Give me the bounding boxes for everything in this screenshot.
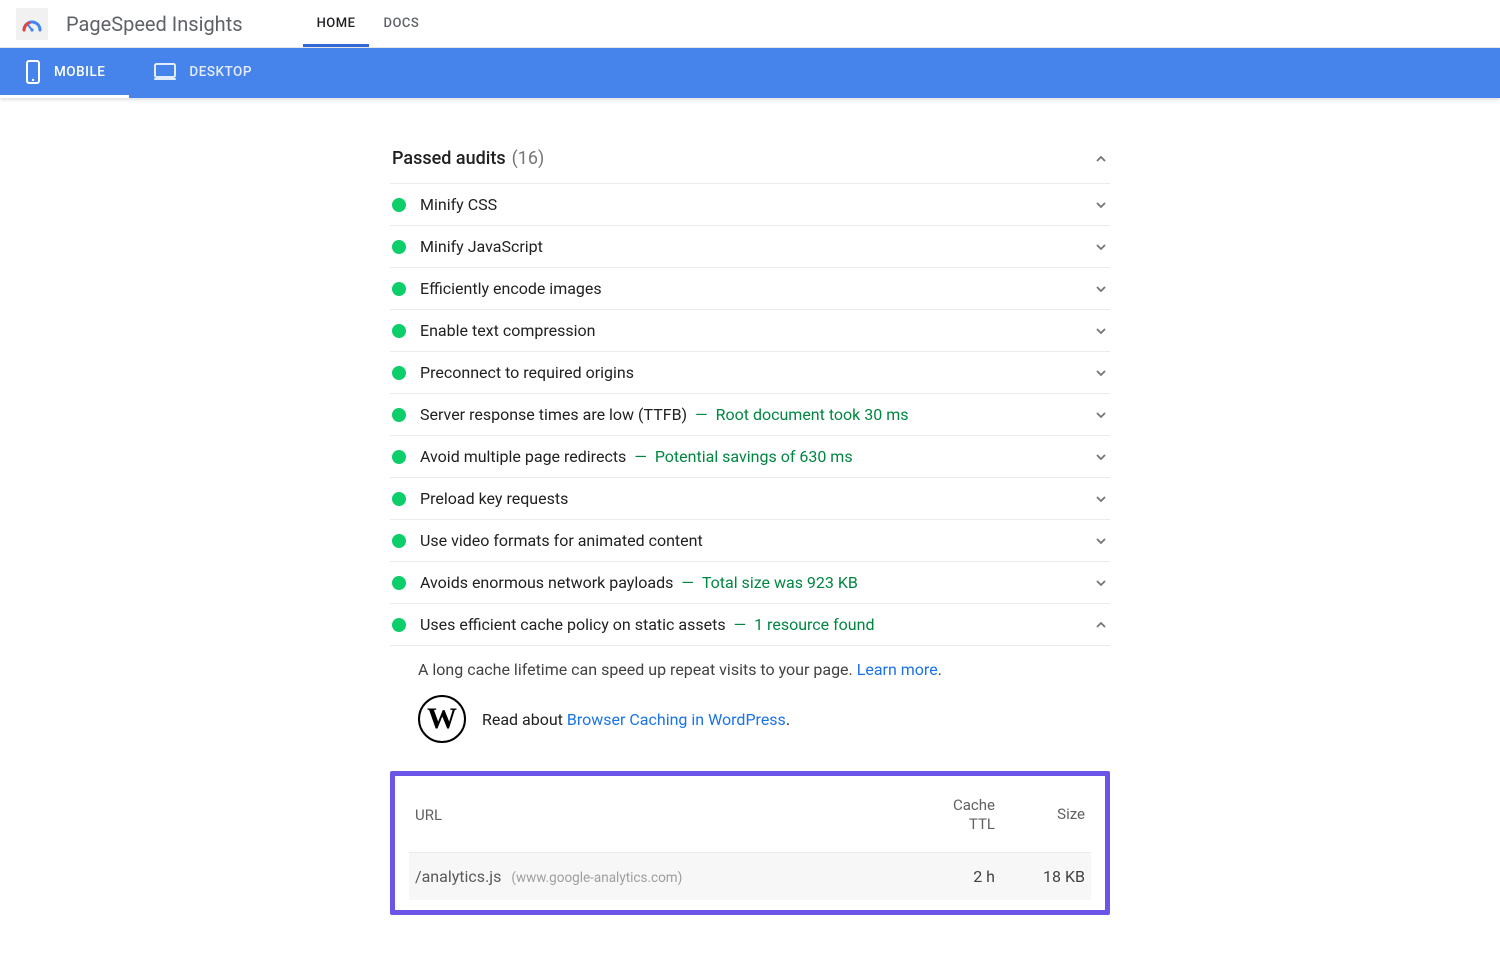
chevron-up-icon: [1094, 618, 1108, 632]
resource-ttl: 2 h: [905, 867, 995, 886]
audit-title: Minify CSS: [420, 195, 497, 214]
device-tab-desktop[interactable]: DESKTOP: [129, 48, 276, 98]
status-pass-icon: [392, 450, 406, 464]
chevron-up-icon: [1094, 152, 1108, 166]
chevron-down-icon: [1094, 240, 1108, 254]
status-pass-icon: [392, 618, 406, 632]
audit-separator: —: [634, 447, 647, 466]
device-tab-label: MOBILE: [54, 64, 105, 80]
audit-title: Efficiently encode images: [420, 279, 602, 298]
resource-host: (www.google-analytics.com): [511, 870, 682, 886]
status-pass-icon: [392, 534, 406, 548]
audit-row[interactable]: Avoids enormous network payloads — Total s…: [390, 562, 1110, 604]
chevron-down-icon: [1094, 576, 1108, 590]
desc-text: A long cache lifetime can speed up repea…: [418, 660, 857, 679]
resource-size: 18 KB: [995, 867, 1085, 886]
col-url: URL: [415, 806, 905, 824]
audit-row[interactable]: Efficiently encode images: [390, 268, 1110, 310]
cache-policy-table: URLCacheTTLSize/analytics.js (www.google-…: [390, 771, 1110, 915]
chevron-down-icon: [1094, 408, 1108, 422]
audit-detail: 1 resource found: [754, 615, 874, 634]
tab-label: HOME: [317, 16, 356, 31]
resource-path: /analytics.js: [415, 867, 501, 886]
audit-title: Minify JavaScript: [420, 237, 543, 256]
chevron-down-icon: [1094, 366, 1108, 380]
platform-tip: W Read about Browser Caching in WordPress…: [390, 693, 1110, 761]
audit-title: Avoid multiple page redirects: [420, 447, 626, 466]
tab-label: DOCS: [383, 16, 419, 31]
audit-description: A long cache lifetime can speed up repea…: [390, 646, 1110, 693]
audit-detail: Potential savings of 630 ms: [655, 447, 853, 466]
audit-detail: Root document took 30 ms: [716, 405, 909, 424]
device-tab-label: DESKTOP: [189, 64, 252, 80]
audit-title: Use video formats for animated content: [420, 531, 703, 550]
status-pass-icon: [392, 366, 406, 380]
audit-row[interactable]: Server response times are low (TTFB) — Roo…: [390, 394, 1110, 436]
audit-title: Avoids enormous network payloads: [420, 573, 673, 592]
audit-separator: —: [695, 405, 708, 424]
tab-home[interactable]: HOME: [303, 3, 370, 47]
audit-row[interactable]: Minify CSS: [390, 184, 1110, 226]
audit-row[interactable]: Avoid multiple page redirects — Potential …: [390, 436, 1110, 478]
status-pass-icon: [392, 240, 406, 254]
mobile-icon: [24, 60, 42, 84]
chevron-down-icon: [1094, 198, 1108, 212]
audit-title: Enable text compression: [420, 321, 595, 340]
top-tabs: HOME DOCS: [303, 0, 434, 47]
status-pass-icon: [392, 408, 406, 422]
app-title: PageSpeed Insights: [66, 12, 243, 36]
status-pass-icon: [392, 576, 406, 590]
chevron-down-icon: [1094, 492, 1108, 506]
gauge-icon: [20, 12, 44, 36]
audits-list: Minify CSS Minify JavaScript Efficiently e…: [390, 184, 1110, 915]
section-title: Passed audits: [392, 148, 506, 169]
audit-detail: Total size was 923 KB: [702, 573, 858, 592]
app-logo: [16, 8, 48, 40]
col-size: Size: [995, 805, 1085, 824]
audit-content: Passed audits (16) Minify CSS Minify Java…: [390, 98, 1110, 955]
wordpress-caching-link[interactable]: Browser Caching in WordPress: [567, 710, 786, 729]
device-tabs: MOBILE DESKTOP: [0, 48, 1500, 98]
chevron-down-icon: [1094, 282, 1108, 296]
chevron-down-icon: [1094, 450, 1108, 464]
table-row: /analytics.js (www.google-analytics.com) 2…: [409, 853, 1091, 900]
app-header: PageSpeed Insights HOME DOCS: [0, 0, 1500, 48]
audit-title: Preload key requests: [420, 489, 568, 508]
chevron-down-icon: [1094, 324, 1108, 338]
table-header-row: URLCacheTTLSize: [409, 786, 1091, 853]
audit-separator: —: [681, 573, 694, 592]
status-pass-icon: [392, 282, 406, 296]
platform-tip-text: Read about Browser Caching in WordPress.: [482, 710, 790, 729]
status-pass-icon: [392, 324, 406, 338]
learn-more-link[interactable]: Learn more: [857, 660, 938, 679]
audit-title: Preconnect to required origins: [420, 363, 634, 382]
audit-row[interactable]: Use video formats for animated content: [390, 520, 1110, 562]
wordpress-icon: W: [418, 695, 466, 743]
audit-row[interactable]: Preconnect to required origins: [390, 352, 1110, 394]
tab-docs[interactable]: DOCS: [369, 3, 433, 47]
audit-separator: —: [734, 615, 747, 634]
section-count: (16): [512, 148, 545, 169]
status-pass-icon: [392, 492, 406, 506]
audit-title: Server response times are low (TTFB): [420, 405, 687, 424]
passed-audits-header[interactable]: Passed audits (16): [390, 138, 1110, 184]
audit-row[interactable]: Enable text compression: [390, 310, 1110, 352]
audit-row[interactable]: Minify JavaScript: [390, 226, 1110, 268]
audit-row[interactable]: Preload key requests: [390, 478, 1110, 520]
device-tab-mobile[interactable]: MOBILE: [0, 48, 129, 98]
audit-title: Uses efficient cache policy on static as…: [420, 615, 726, 634]
desktop-icon: [153, 62, 177, 82]
audit-row[interactable]: Uses efficient cache policy on static as…: [390, 604, 1110, 646]
status-pass-icon: [392, 198, 406, 212]
chevron-down-icon: [1094, 534, 1108, 548]
col-cache-ttl: CacheTTL: [905, 796, 995, 834]
